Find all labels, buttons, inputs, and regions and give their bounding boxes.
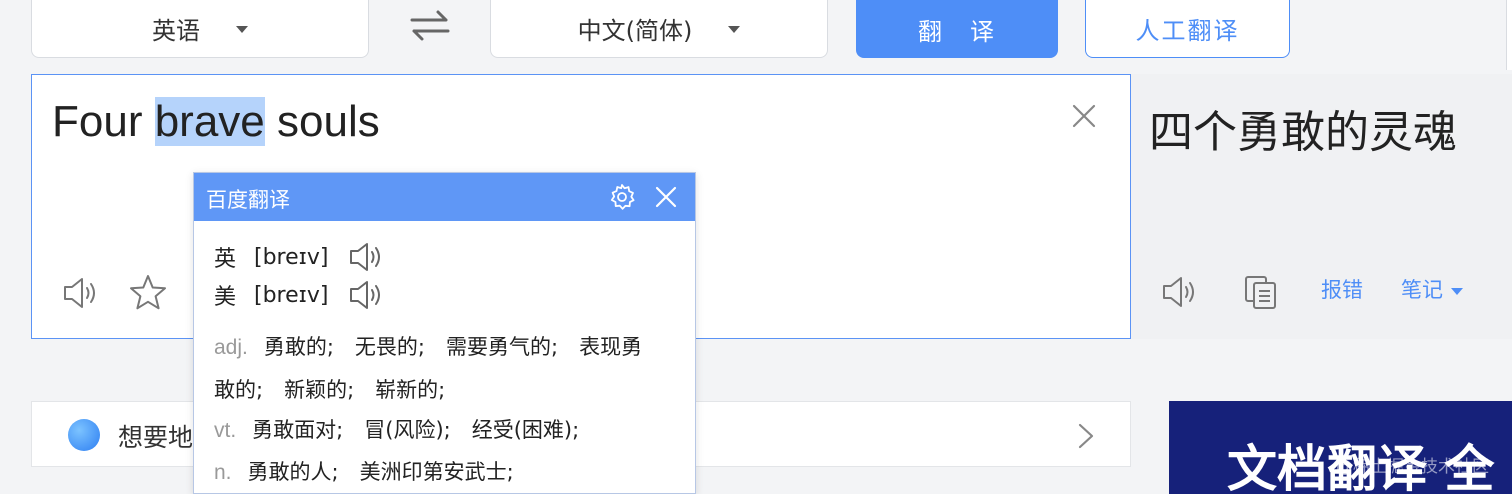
target-language-select[interactable]: 中文(简体) — [490, 0, 828, 58]
definition-text: 敢的; 新颖的; 崭新的; — [214, 378, 446, 402]
uk-pronunciation: 英 [breɪv] — [214, 241, 388, 273]
copy-icon[interactable] — [1243, 274, 1279, 310]
popup-header: 百度翻译 — [194, 173, 695, 221]
us-phonetic: [breɪv] — [254, 282, 329, 308]
chevron-right-icon[interactable] — [1077, 422, 1095, 450]
popup-title: 百度翻译 — [206, 188, 290, 212]
close-icon[interactable] — [1071, 103, 1097, 129]
word-popup: 百度翻译 英 [breɪv] 美 [breɪv] adj. 勇敢的; 无畏的; 需… — [193, 172, 696, 494]
pos-label: n. — [214, 461, 232, 484]
chevron-down-icon — [728, 26, 741, 33]
notes-label: 笔记 — [1401, 278, 1443, 302]
target-language-label: 中文(简体) — [577, 17, 693, 45]
definition-text: 勇敢面对; 冒(风险); 经受(困难); — [252, 418, 580, 442]
speaker-icon[interactable] — [1161, 274, 1201, 310]
close-icon[interactable] — [654, 185, 678, 209]
result-pane: 四个勇敢的灵魂 报错 笔记 — [1131, 74, 1512, 339]
source-text[interactable]: Four brave souls — [52, 97, 380, 147]
report-error-link[interactable]: 报错 — [1321, 274, 1363, 304]
document-translate-ad[interactable]: 文档翻译 全 — [1169, 401, 1512, 494]
pos-label: adj. — [214, 336, 248, 359]
star-icon[interactable] — [128, 273, 168, 311]
swap-languages-button[interactable] — [408, 8, 452, 42]
definition-text: 勇敢的; 无畏的; 需要勇气的; 表现勇 — [263, 335, 643, 359]
translate-bubble-icon — [68, 419, 100, 451]
speaker-icon[interactable] — [62, 275, 102, 311]
source-text-after: souls — [264, 97, 380, 146]
source-text-before: Four — [52, 97, 155, 146]
banner-text: 想要地 — [118, 423, 194, 452]
source-language-label: 英语 — [152, 17, 200, 45]
chevron-down-icon — [236, 26, 248, 33]
us-label: 美 — [214, 285, 237, 310]
definition-vt: vt. 勇敢面对; 冒(风险); 经受(困难); — [214, 409, 579, 452]
uk-phonetic: [breɪv] — [254, 244, 329, 270]
definition-n: n. 勇敢的人; 美洲印第安武士; — [214, 451, 514, 494]
notes-dropdown[interactable]: 笔记 — [1401, 274, 1463, 304]
toolbar-edge — [1506, 0, 1512, 70]
swap-arrows-icon — [410, 10, 450, 41]
gear-icon[interactable] — [608, 183, 636, 211]
translation-result: 四个勇敢的灵魂 — [1149, 107, 1457, 158]
human-translate-button[interactable]: 人工翻译 — [1085, 0, 1290, 58]
caret-down-icon — [1451, 287, 1463, 295]
pos-label: vt. — [214, 419, 237, 442]
uk-label: 英 — [214, 247, 237, 272]
selected-word[interactable]: brave — [154, 97, 265, 146]
definition-text: 勇敢的人; 美洲印第安武士; — [247, 460, 514, 484]
translate-button[interactable]: 翻 译 — [856, 0, 1058, 58]
definition-adj: adj. 勇敢的; 无畏的; 需要勇气的; 表现勇 敢的; 新颖的; 崭新的; — [214, 326, 642, 411]
us-pronunciation: 美 [breɪv] — [214, 279, 388, 311]
watermark: @稀土掘金技术社区 — [1336, 457, 1489, 477]
source-language-select[interactable]: 英语 — [31, 0, 369, 58]
speaker-icon[interactable] — [348, 241, 388, 273]
speaker-icon[interactable] — [348, 279, 388, 311]
